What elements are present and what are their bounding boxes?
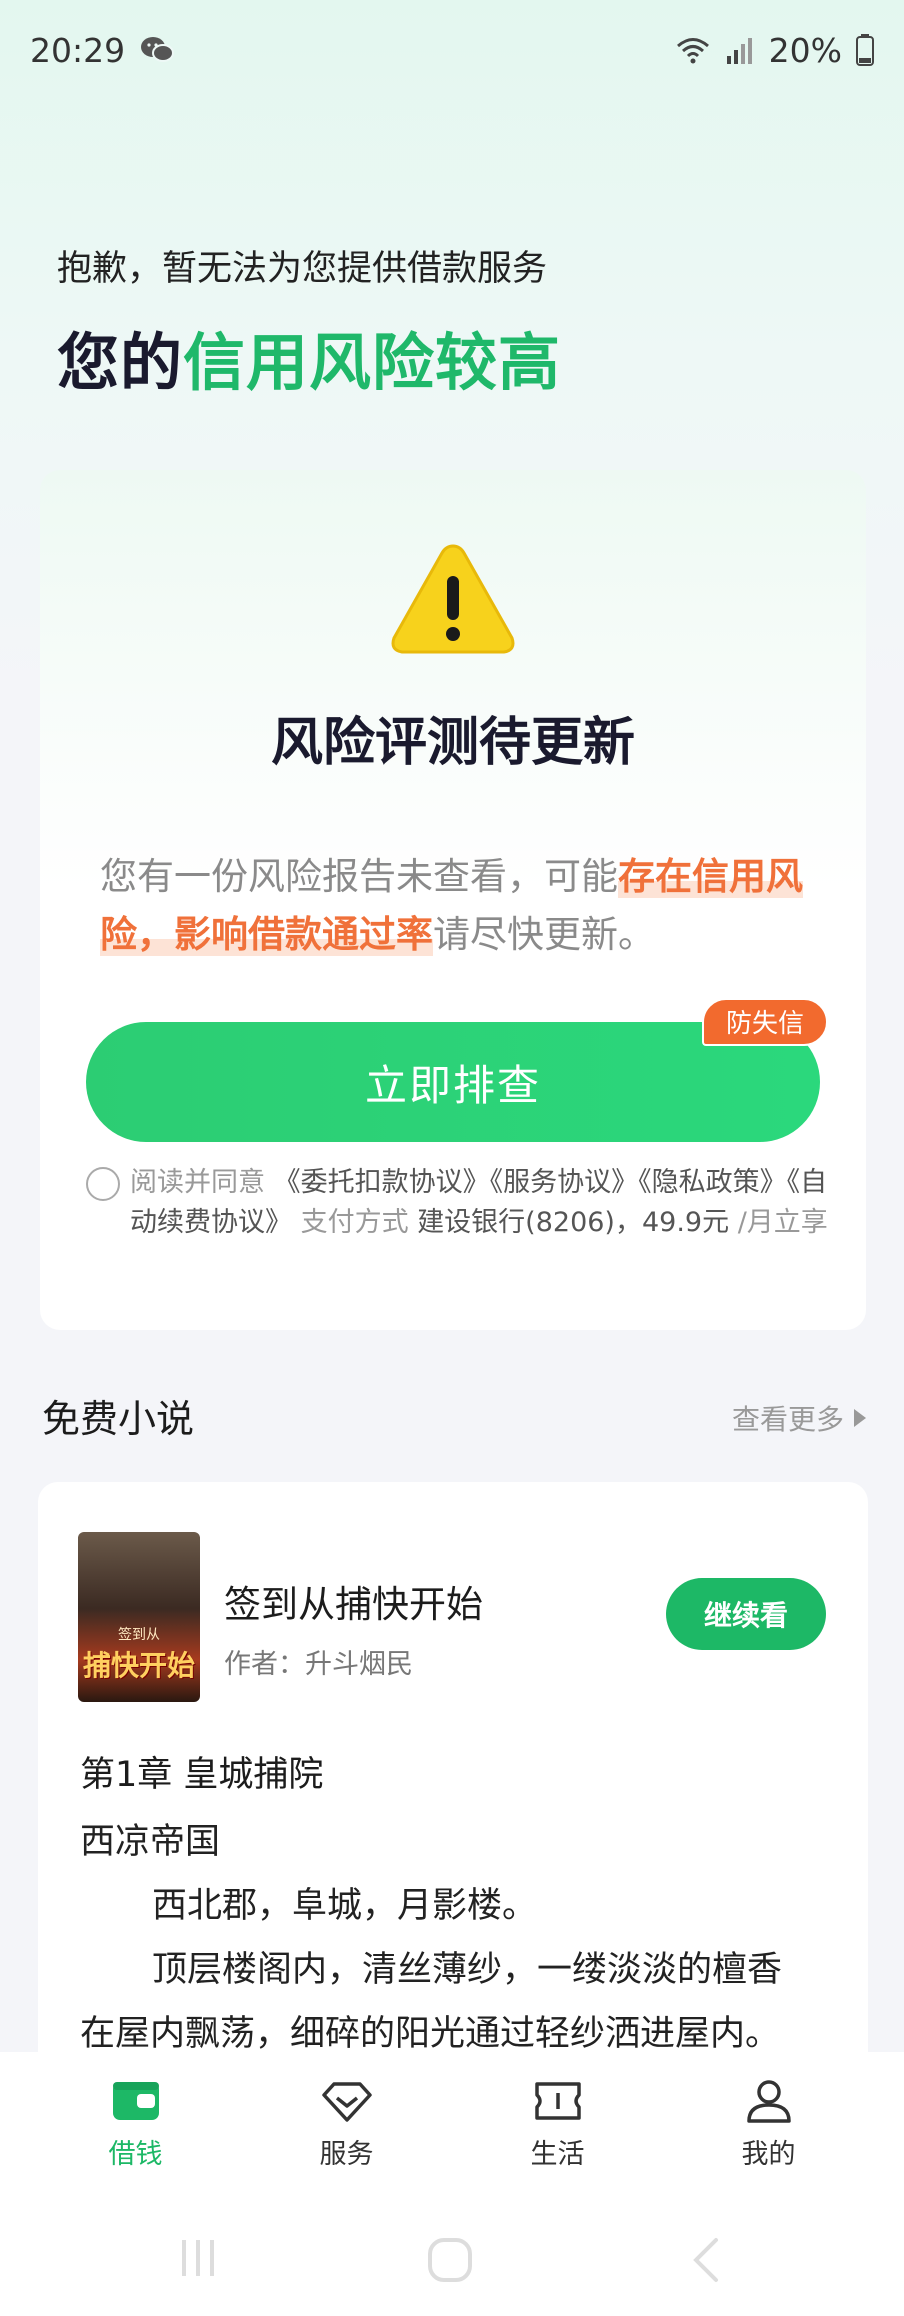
- battery-percent: 20%: [768, 30, 842, 70]
- wallet-icon: [112, 2082, 159, 2120]
- agree-radio[interactable]: [86, 1167, 120, 1201]
- tab-label: 生活: [530, 2139, 585, 2170]
- tab-life[interactable]: 生活: [483, 2078, 633, 2206]
- tab-label: 借钱: [108, 2139, 163, 2170]
- hero-subtitle: 抱歉，暂无法为您提供借款服务: [57, 249, 548, 289]
- wifi-icon: [676, 38, 709, 64]
- user-icon: [746, 2080, 791, 2123]
- diamond-icon: [321, 2082, 372, 2122]
- tab-mine[interactable]: 我的: [694, 2078, 844, 2206]
- cover-line1: 签到从: [118, 1627, 160, 1643]
- view-more-link[interactable]: 查看更多: [732, 1398, 867, 1438]
- status-bar: 20:29 20%: [0, 0, 904, 100]
- hero-title-highlight: 信用风险较高: [183, 326, 562, 399]
- paragraph: 西北郡，阜城，月影楼。: [152, 1886, 538, 1926]
- tab-label: 我的: [741, 2139, 796, 2170]
- continue-reading-button[interactable]: 继续看: [666, 1578, 826, 1650]
- cover-line2: 捕快开始: [82, 1649, 195, 1682]
- status-right: 20%: [675, 31, 874, 70]
- ticket-icon: [534, 2082, 581, 2120]
- pay-method-label: 支付方式: [300, 1207, 409, 1238]
- paragraph: 西凉帝国: [80, 1822, 221, 1862]
- view-more-label: 查看更多: [732, 1403, 845, 1436]
- anti-default-badge: 防失信: [702, 998, 829, 1046]
- pay-method-suffix: /月立享: [737, 1207, 828, 1238]
- paragraph: 顶层楼阁内，清丝薄纱，一缕淡淡的檀香: [152, 1950, 783, 1990]
- tab-borrow[interactable]: 借钱: [61, 2078, 211, 2206]
- back-icon[interactable]: [686, 2236, 726, 2284]
- signal-icon: [726, 38, 752, 64]
- warning-icon: [391, 544, 515, 654]
- status-time: 20:29: [30, 30, 126, 70]
- status-left: 20:29: [30, 31, 175, 70]
- tab-services[interactable]: 服务: [272, 2078, 422, 2206]
- agreement-row: 阅读并同意 《委托扣款协议》《服务协议》《隐私政策》《自动续费协议》 支付方式 …: [86, 1163, 866, 1243]
- hero-title-prefix: 您的: [57, 326, 184, 399]
- chapter-title: 第1章 皇城捕院: [80, 1755, 324, 1795]
- book-author: 作者：升斗烟民: [224, 1649, 413, 1680]
- recent-apps-icon[interactable]: [176, 2236, 220, 2280]
- system-nav-bar: [0, 2206, 904, 2316]
- bottom-tab-bar: 借钱 服务 生活 我的: [0, 2052, 904, 2206]
- home-icon[interactable]: [426, 2236, 474, 2284]
- section-title-novels: 免费小说: [42, 1397, 195, 1441]
- risk-desc-prefix: 您有一份风险报告未查看，可能: [100, 855, 618, 898]
- book-title[interactable]: 签到从捕快开始: [224, 1574, 483, 1628]
- risk-desc-suffix: 请尽快更新。: [433, 913, 655, 956]
- novel-card[interactable]: 签到从 捕快开始 签到从捕快开始 作者：升斗烟民 继续看 第1章 皇城捕院 西凉…: [38, 1482, 868, 2132]
- agreement-text: 阅读并同意 《委托扣款协议》《服务协议》《隐私政策》《自动续费协议》 支付方式 …: [130, 1163, 842, 1243]
- risk-description: 您有一份风险报告未查看，可能存在信用风险，影响借款通过率请尽快更新。: [100, 848, 820, 964]
- triangle-right-icon: [854, 1409, 867, 1427]
- book-cover[interactable]: 签到从 捕快开始: [78, 1532, 200, 1702]
- tab-label: 服务: [319, 2139, 374, 2170]
- pay-method-value: 建设银行(8206)，49.9元: [417, 1207, 730, 1238]
- risk-title: 风险评测待更新: [270, 713, 635, 773]
- agree-prefix: 阅读并同意: [130, 1167, 265, 1198]
- hero-title: 您的信用风险较高: [57, 312, 561, 402]
- risk-card: 风险评测待更新 您有一份风险报告未查看，可能存在信用风险，影响借款通过率请尽快更…: [40, 470, 866, 1330]
- battery-icon: [856, 34, 874, 66]
- wechat-icon: [141, 37, 175, 62]
